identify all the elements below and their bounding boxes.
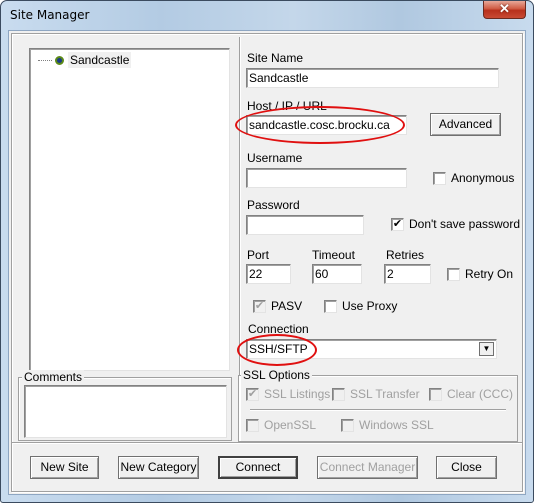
anonymous-checkbox[interactable] <box>433 172 446 185</box>
host-label: Host / IP / URL <box>247 99 327 113</box>
ssl-transfer-checkbox[interactable] <box>332 388 345 401</box>
password-label: Password <box>247 198 300 212</box>
username-label: Username <box>247 151 303 165</box>
use-proxy-label: Use Proxy <box>342 299 398 313</box>
connect-manager-button[interactable]: Connect Manager <box>317 456 418 479</box>
window-title: Site Manager <box>10 8 90 22</box>
window-close-button[interactable]: ✕ <box>483 1 526 19</box>
connection-label: Connection <box>248 322 309 336</box>
use-proxy-checkbox[interactable] <box>324 300 337 313</box>
advanced-button-label: Advanced <box>438 117 493 131</box>
windows-ssl-label: Windows SSL <box>359 418 434 432</box>
retries-label: Retries <box>386 248 425 262</box>
close-label: Close <box>451 460 482 474</box>
retries-input[interactable]: 2 <box>384 264 431 284</box>
timeout-label: Timeout <box>312 248 355 262</box>
new-site-button[interactable]: New Site <box>30 456 99 479</box>
dont-save-password-checkbox[interactable]: ✔ <box>391 218 404 231</box>
openssl-label: OpenSSL <box>264 418 317 432</box>
new-category-button[interactable]: New Category <box>118 456 199 479</box>
connection-select[interactable]: SSH/SFTP ▼ <box>246 339 497 359</box>
username-input[interactable] <box>246 168 407 188</box>
checkmark-icon: ✔ <box>392 218 403 230</box>
tree-item-sandcastle[interactable]: Sandcastle <box>68 52 132 68</box>
password-input[interactable] <box>246 215 364 235</box>
site-tree[interactable]: Sandcastle <box>29 48 230 371</box>
pasv-checkbox[interactable]: ✔ <box>253 300 266 313</box>
dont-save-password-label: Don't save password <box>409 217 521 231</box>
close-icon: ✕ <box>499 1 510 16</box>
right-pane: Site Name Sandcastle Host / IP / URL san… <box>235 37 521 442</box>
site-name-input[interactable]: Sandcastle <box>246 68 499 88</box>
chevron-down-icon[interactable]: ▼ <box>479 342 494 356</box>
connect-label: Connect <box>235 460 281 474</box>
clear-ccc-checkbox[interactable] <box>429 388 442 401</box>
advanced-button[interactable]: Advanced <box>430 113 501 136</box>
anonymous-label: Anonymous <box>451 171 515 185</box>
new-category-label: New Category <box>120 460 197 474</box>
connect-manager-label: Connect Manager <box>319 460 416 474</box>
connect-button[interactable]: Connect <box>218 456 298 479</box>
ssl-separator <box>250 409 506 411</box>
clear-ccc-label: Clear (CCC) <box>447 387 513 401</box>
comments-textarea[interactable] <box>24 385 227 438</box>
checkmark-icon: ✔ <box>254 300 265 312</box>
comments-label: Comments <box>22 370 85 384</box>
dialog-frame: Sandcastle Comments Site Name Sandcastle… <box>11 33 523 492</box>
bottom-separator <box>12 442 522 444</box>
connection-value: SSH/SFTP <box>249 342 308 356</box>
site-icon <box>55 56 64 65</box>
tree-connector-line <box>38 60 52 61</box>
checkmark-icon: ✔ <box>247 388 258 400</box>
new-site-label: New Site <box>40 460 89 474</box>
port-label: Port <box>247 248 270 262</box>
site-manager-window: Site Manager ✕ Sandcastle Comments Site … <box>0 0 534 503</box>
ssl-options-label: SSL Options <box>241 368 312 382</box>
ssl-transfer-label: SSL Transfer <box>350 387 420 401</box>
port-input[interactable]: 22 <box>246 264 291 284</box>
ssl-listings-checkbox[interactable]: ✔ <box>246 388 259 401</box>
retry-on-label: Retry On <box>465 267 514 281</box>
timeout-input[interactable]: 60 <box>312 264 362 284</box>
close-button[interactable]: Close <box>436 456 497 479</box>
openssl-checkbox[interactable] <box>246 419 259 432</box>
ssl-listings-label: SSL Listings <box>264 387 331 401</box>
left-pane: Sandcastle Comments <box>15 37 240 442</box>
windows-ssl-checkbox[interactable] <box>341 419 354 432</box>
retry-on-checkbox[interactable] <box>447 268 460 281</box>
site-name-label: Site Name <box>247 51 304 65</box>
pasv-label: PASV <box>271 299 303 313</box>
dialog-client-area: Sandcastle Comments Site Name Sandcastle… <box>8 30 526 495</box>
host-input[interactable]: sandcastle.cosc.brocku.ca <box>246 115 407 135</box>
